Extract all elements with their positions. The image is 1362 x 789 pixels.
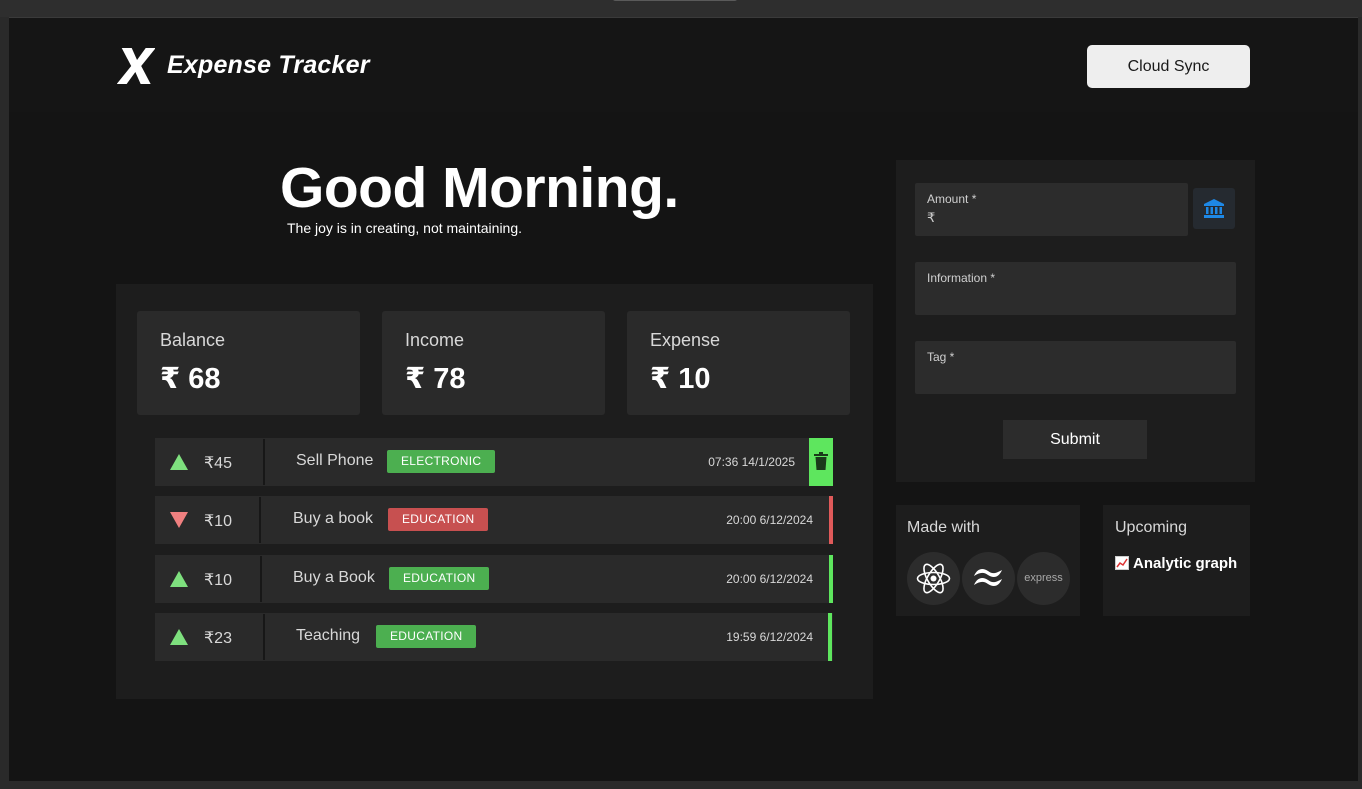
app-window: Expense Tracker Cloud Sync Good Morning.… bbox=[9, 17, 1358, 781]
expense-arrow-icon bbox=[170, 512, 188, 528]
delete-button[interactable] bbox=[809, 438, 833, 486]
transaction-info: Buy a Book bbox=[293, 569, 375, 586]
chart-icon bbox=[1115, 556, 1129, 570]
status-bar bbox=[828, 613, 832, 661]
add-transaction-form: Amount * ₹ Information * Tag * Submit bbox=[896, 160, 1255, 482]
status-bar bbox=[829, 555, 833, 603]
amount-field[interactable]: Amount * ₹ bbox=[915, 183, 1188, 236]
tag-label: Tag * bbox=[927, 350, 955, 364]
tag-field[interactable]: Tag * bbox=[915, 341, 1236, 394]
made-with-panel: Made with express bbox=[896, 505, 1080, 616]
row-divider bbox=[263, 439, 265, 485]
express-label: express bbox=[1024, 572, 1063, 584]
submit-button[interactable]: Submit bbox=[1003, 420, 1147, 459]
balance-label: Balance bbox=[160, 330, 226, 350]
bank-icon bbox=[1204, 199, 1224, 218]
income-arrow-icon bbox=[170, 571, 188, 587]
window-chrome bbox=[0, 0, 1362, 17]
app-brand: Expense Tracker bbox=[167, 51, 370, 79]
transaction-info: Buy a book bbox=[293, 510, 374, 527]
transaction-tag: EDUCATION bbox=[389, 567, 490, 590]
transaction-row[interactable]: ₹10 Buy a Book EDUCATION 20:00 6/12/2024 bbox=[155, 555, 833, 603]
transaction-tag: ELECTRONIC bbox=[387, 450, 496, 473]
income-arrow-icon bbox=[170, 629, 188, 645]
transaction-amount: ₹23 bbox=[204, 630, 232, 647]
information-label: Information * bbox=[927, 271, 996, 285]
transaction-datetime: 19:59 6/12/2024 bbox=[726, 630, 813, 644]
cloud-sync-button[interactable]: Cloud Sync bbox=[1087, 45, 1250, 88]
transaction-datetime: 20:00 6/12/2024 bbox=[726, 572, 813, 586]
dashboard-panel: Balance ₹ 68 Income ₹ 78 Expense ₹ 10 ₹4… bbox=[116, 284, 873, 699]
transaction-tag: EDUCATION bbox=[388, 508, 489, 531]
transaction-row[interactable]: ₹10 Buy a book EDUCATION 20:00 6/12/2024 bbox=[155, 496, 833, 544]
transaction-row[interactable]: ₹23 Teaching EDUCATION 19:59 6/12/2024 bbox=[155, 613, 833, 661]
upcoming-title: Upcoming bbox=[1115, 519, 1188, 536]
transaction-tag: EDUCATION bbox=[376, 625, 477, 648]
expense-card: Expense ₹ 10 bbox=[627, 311, 850, 415]
upcoming-item: Analytic graph bbox=[1115, 552, 1245, 576]
row-divider bbox=[260, 556, 262, 602]
transaction-info: Teaching bbox=[296, 627, 361, 644]
amount-input[interactable]: ₹ bbox=[927, 210, 935, 226]
transaction-info: Sell Phone bbox=[296, 452, 374, 469]
income-value: ₹ 78 bbox=[405, 363, 466, 395]
transaction-datetime: 07:36 14/1/2025 bbox=[708, 455, 795, 469]
bank-button[interactable] bbox=[1193, 188, 1235, 229]
greeting-subline: The joy is in creating, not maintaining. bbox=[287, 220, 523, 236]
window-notch bbox=[612, 0, 738, 1]
express-icon: express bbox=[1017, 552, 1070, 605]
row-divider bbox=[263, 614, 265, 660]
upcoming-panel: Upcoming Analytic graph bbox=[1103, 505, 1250, 616]
expense-value: ₹ 10 bbox=[650, 363, 711, 395]
status-bar bbox=[829, 496, 833, 544]
income-card: Income ₹ 78 bbox=[382, 311, 605, 415]
upcoming-item-label: Analytic graph bbox=[1133, 555, 1238, 572]
app-header: Expense Tracker Cloud Sync bbox=[9, 18, 1358, 112]
tailwind-icon bbox=[962, 552, 1015, 605]
expense-label: Expense bbox=[650, 330, 721, 350]
logo-x-icon bbox=[117, 48, 155, 84]
income-label: Income bbox=[405, 330, 465, 350]
balance-card: Balance ₹ 68 bbox=[137, 311, 360, 415]
transaction-row[interactable]: ₹45 Sell Phone ELECTRONIC 07:36 14/1/202… bbox=[155, 438, 833, 486]
row-divider bbox=[259, 497, 261, 543]
balance-value: ₹ 68 bbox=[160, 363, 221, 395]
transaction-amount: ₹10 bbox=[204, 513, 232, 530]
made-with-title: Made with bbox=[907, 519, 980, 536]
information-field[interactable]: Information * bbox=[915, 262, 1236, 315]
transaction-amount: ₹45 bbox=[204, 455, 232, 472]
transaction-amount: ₹10 bbox=[204, 572, 232, 589]
trash-icon bbox=[814, 452, 828, 470]
greeting-title: Good Morning. bbox=[280, 156, 679, 220]
income-arrow-icon bbox=[170, 454, 188, 470]
amount-label: Amount * bbox=[927, 192, 977, 206]
react-icon bbox=[907, 552, 960, 605]
transaction-datetime: 20:00 6/12/2024 bbox=[726, 513, 813, 527]
